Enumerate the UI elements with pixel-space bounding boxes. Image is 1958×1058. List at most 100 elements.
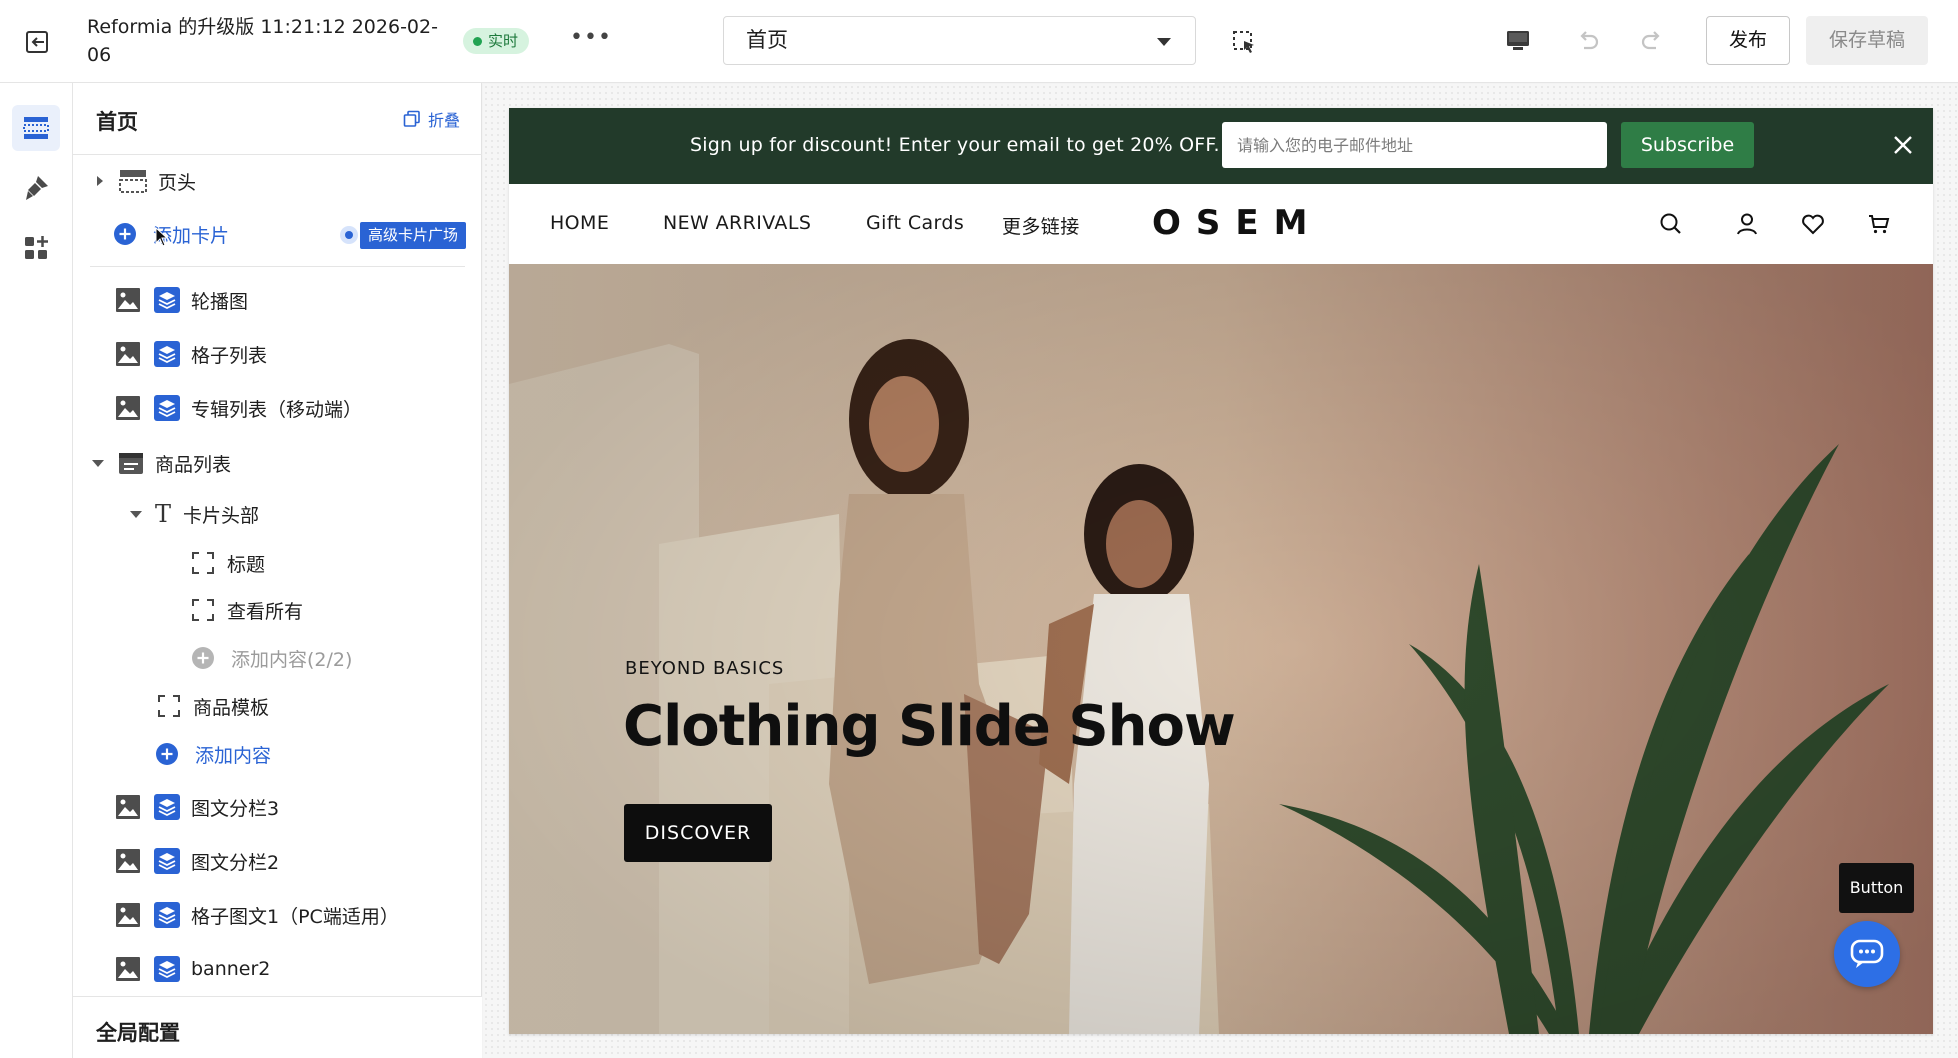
more-icon: ••• — [570, 25, 612, 50]
block-frame-icon — [158, 695, 180, 717]
page-selector-value: 首页 — [746, 28, 788, 52]
tree-item-banner2[interactable]: banner2 — [115, 949, 270, 989]
tree-item-grid-image-text-1[interactable]: 格子图文1（PC端适用） — [115, 895, 399, 935]
tree-item-image-text-2[interactable]: 图文分栏2 — [115, 841, 279, 881]
cart-icon — [1869, 215, 1890, 234]
discover-button[interactable]: DISCOVER — [624, 804, 772, 862]
collapse-label: 折叠 — [427, 111, 460, 130]
select-element-tool-button[interactable] — [1229, 27, 1259, 57]
store-navbar: HOME NEW ARRIVALS Gift Cards 更多链接 OSEM — [509, 184, 1933, 264]
tree-item-label: banner2 — [191, 958, 271, 980]
rail-theme-button[interactable] — [12, 165, 60, 211]
close-announcement-button[interactable] — [1888, 130, 1918, 160]
block-frame-icon — [192, 599, 214, 621]
tree-item-label: 标题 — [227, 553, 266, 576]
block-frame-icon — [192, 552, 214, 574]
tree-item-carousel[interactable]: 轮播图 — [115, 280, 248, 320]
email-field[interactable] — [1222, 122, 1607, 168]
tree-item-product-template[interactable]: 商品模板 — [157, 686, 269, 726]
tree-item-title[interactable]: 标题 — [191, 543, 265, 583]
layers-icon — [154, 287, 180, 313]
tree-item-label: 专辑列表（移动端） — [191, 398, 363, 421]
header-section-icon — [119, 170, 147, 193]
tree-item-view-all[interactable]: 查看所有 — [191, 590, 303, 630]
sidebar-title: 首页 — [96, 110, 138, 134]
tree-item-label: 轮播图 — [191, 290, 249, 313]
account-icon — [1737, 213, 1757, 235]
tree-item-label: 商品模板 — [193, 696, 270, 719]
hero-eyebrow: BEYOND BASICS — [625, 658, 785, 679]
layers-icon — [154, 341, 180, 367]
product-list-icon — [119, 453, 143, 474]
nav-link-gift-cards[interactable]: Gift Cards — [866, 212, 964, 234]
tree-item-card-header[interactable]: T 卡片头部 — [129, 494, 259, 534]
image-icon — [116, 849, 140, 873]
storefront-preview: Sign up for discount! Enter your email t… — [509, 108, 1933, 1034]
save-draft-button[interactable]: 保存草稿 — [1806, 16, 1928, 65]
image-icon — [116, 795, 140, 819]
store-logo[interactable]: OSEM — [1152, 203, 1322, 243]
layers-icon — [154, 395, 180, 421]
desktop-preview-button[interactable] — [1503, 25, 1533, 55]
live-dot-icon — [473, 36, 482, 46]
layers-icon — [154, 956, 180, 982]
chat-icon — [1850, 939, 1884, 968]
tree-item-label: 查看所有 — [227, 600, 304, 623]
nav-link-home[interactable]: HOME — [550, 212, 609, 234]
global-config-section[interactable]: 全局配置 — [73, 996, 482, 1058]
nav-link-new-arrivals[interactable]: NEW ARRIVALS — [663, 212, 811, 234]
tree-item-label: 页头 — [158, 171, 197, 194]
cart-button[interactable] — [1866, 211, 1892, 237]
tree-item-label: 卡片头部 — [183, 504, 260, 527]
tree-item-label: 商品列表 — [155, 453, 232, 476]
tree-item-label: 图文分栏3 — [191, 797, 280, 820]
button-tooltip: Button — [1839, 863, 1914, 913]
search-icon — [1660, 213, 1681, 234]
account-button[interactable] — [1734, 211, 1760, 237]
layers-icon — [154, 794, 180, 820]
wishlist-icon — [1802, 214, 1824, 235]
image-icon — [116, 396, 140, 420]
tree-item-label: 添加内容(2/2) — [231, 648, 353, 671]
add-card-button[interactable]: 添加卡片 — [113, 214, 229, 254]
text-type-icon: T — [155, 500, 172, 528]
chat-support-button[interactable] — [1834, 921, 1900, 987]
search-button[interactable] — [1658, 211, 1684, 237]
collapse-all-button[interactable]: 折叠 — [403, 107, 460, 131]
plus-circle-icon — [192, 647, 214, 669]
redo-button[interactable] — [1638, 26, 1668, 56]
image-icon — [116, 957, 140, 981]
desktop-icon — [1507, 31, 1529, 50]
tree-item-image-text-3[interactable]: 图文分栏3 — [115, 787, 279, 827]
chevron-right-icon[interactable] — [93, 174, 107, 188]
tree-item-grid-list[interactable]: 格子列表 — [115, 334, 267, 374]
exit-icon — [26, 31, 48, 53]
publish-button[interactable]: 发布 — [1706, 16, 1790, 65]
nav-link-more[interactable]: 更多链接 — [1002, 212, 1080, 239]
top-toolbar: Reformia 的升级版 11:21:12 2026-02-06 实时 •••… — [0, 0, 1958, 83]
chevron-down-icon[interactable] — [129, 507, 143, 521]
chevron-down-icon[interactable] — [91, 456, 105, 470]
image-icon — [116, 342, 140, 366]
image-icon — [116, 903, 140, 927]
wishlist-button[interactable] — [1800, 211, 1826, 237]
exit-editor-button[interactable] — [22, 27, 52, 57]
announcement-bar: Sign up for discount! Enter your email t… — [509, 108, 1933, 184]
add-content-button[interactable]: 添加内容 — [155, 734, 271, 774]
layers-icon — [154, 902, 180, 928]
tree-item-header[interactable]: 页头 — [93, 161, 196, 201]
add-content-disabled: 添加内容(2/2) — [191, 638, 352, 678]
undo-button[interactable] — [1572, 26, 1602, 56]
tree-item-label: 图文分栏2 — [191, 851, 280, 874]
more-options-button[interactable]: ••• — [570, 26, 611, 56]
hero-slideshow[interactable]: BEYOND BASICS Clothing Slide Show DISCOV… — [509, 264, 1933, 1034]
rail-sections-button[interactable] — [12, 105, 60, 151]
chevron-down-icon — [1157, 38, 1171, 46]
subscribe-button[interactable]: Subscribe — [1621, 122, 1754, 168]
rail-apps-button[interactable] — [12, 225, 60, 271]
divider — [90, 266, 465, 267]
tree-item-album-list[interactable]: 专辑列表（移动端） — [115, 388, 362, 428]
page-selector-dropdown[interactable]: 首页 — [723, 16, 1196, 65]
tree-item-product-list[interactable]: 商品列表 — [91, 443, 231, 483]
advanced-card-plaza-badge[interactable]: 高级卡片广场 — [360, 222, 467, 249]
